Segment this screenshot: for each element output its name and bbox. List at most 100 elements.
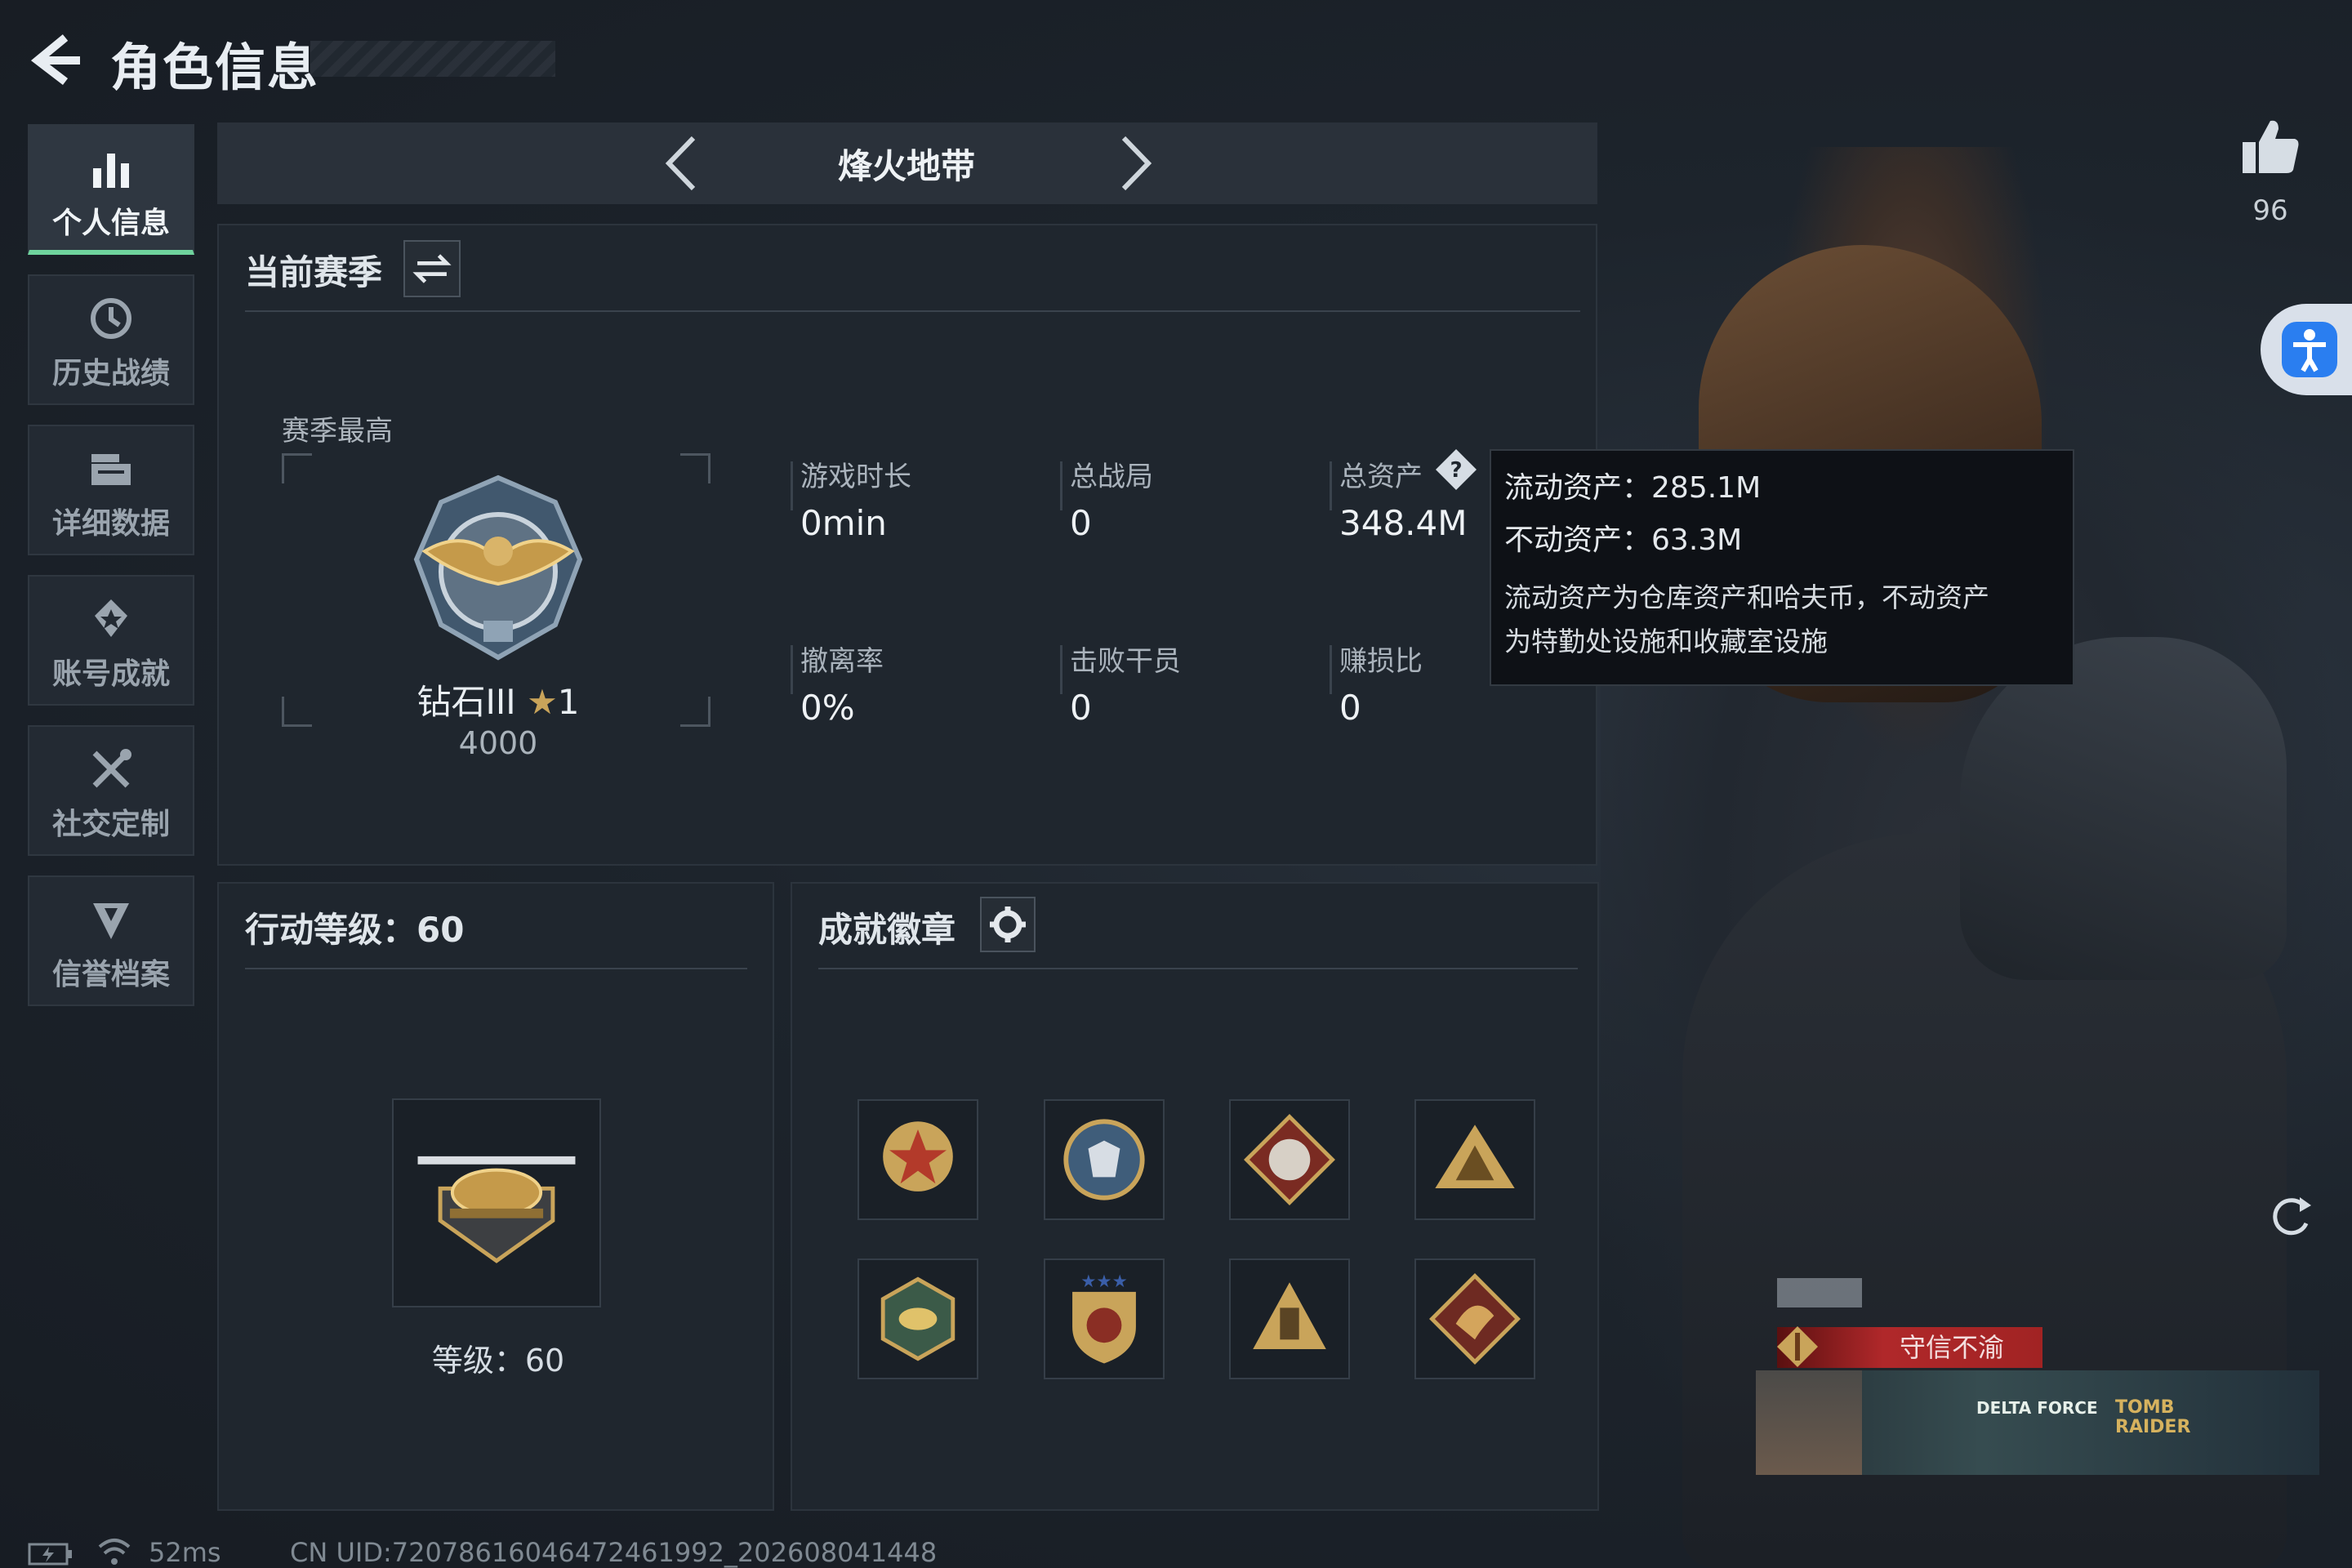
sidebar-item-personal-info[interactable]: 个人信息 <box>28 124 194 255</box>
shield-star-medal-icon: ★★★ <box>1072 1272 1136 1364</box>
stat-label: 赚损比 <box>1339 645 1423 678</box>
tower-medal-icon <box>1253 1282 1326 1349</box>
history-clock-icon <box>91 298 131 339</box>
rank-star-icon: ★ <box>527 682 558 722</box>
sidebar-item-achievements[interactable]: 账号成就 <box>28 575 194 706</box>
svg-text:★★★: ★★★ <box>1080 1272 1128 1292</box>
logo-line-2: RAIDER <box>2115 1417 2191 1437</box>
mode-title: 烽火地带 <box>837 146 975 186</box>
swap-arrows-icon <box>412 254 452 283</box>
tomb-raider-logo: TOMB RAIDER <box>2115 1398 2190 1437</box>
achievement-star-icon <box>95 599 127 637</box>
stat-value: 0min <box>800 503 887 543</box>
stat-divider <box>1330 461 1332 510</box>
achievement-title: 成就徽章 <box>818 910 956 950</box>
sidebar-item-history[interactable]: 历史战绩 <box>28 274 194 405</box>
rank-name-text: 钻石III <box>416 682 516 722</box>
season-best-label: 赛季最高 <box>282 415 393 448</box>
tools-icon <box>92 749 131 788</box>
chevron-right-icon[interactable] <box>1111 135 1160 192</box>
achievement-medal[interactable] <box>858 1258 978 1379</box>
sidebar-item-label: 社交定制 <box>51 808 170 841</box>
player-name-redacted <box>1777 1278 1862 1307</box>
thumbs-up-icon[interactable] <box>2238 114 2303 180</box>
chevron-left-icon[interactable] <box>657 135 706 192</box>
battery-charging-icon <box>28 1543 72 1566</box>
tooltip-label: 不动资产： <box>1504 523 1652 557</box>
rank-score: 4000 <box>458 725 538 761</box>
rotate-icon[interactable] <box>2262 1187 2319 1245</box>
tooltip-label: 流动资产： <box>1504 471 1652 505</box>
achievement-medal[interactable] <box>1229 1258 1350 1379</box>
stat-divider <box>1060 461 1062 510</box>
gear-icon <box>990 906 1026 942</box>
stat-divider <box>1330 645 1332 694</box>
tooltip-value: 63.3M <box>1651 523 1743 557</box>
divider <box>245 968 747 969</box>
achievement-medal[interactable] <box>1044 1099 1165 1220</box>
help-question-icon[interactable]: ? <box>1434 448 1478 492</box>
sidebar-item-label: 账号成就 <box>51 657 170 691</box>
helicopter-emblem-icon <box>417 1156 576 1263</box>
level-badge[interactable] <box>392 1098 601 1307</box>
achievement-medal[interactable] <box>858 1099 978 1220</box>
level-label: 等级：60 <box>431 1343 565 1379</box>
achievement-medal[interactable]: ★★★ <box>1044 1258 1165 1379</box>
wifi-icon <box>98 1539 131 1565</box>
achievement-medal[interactable] <box>1229 1099 1350 1220</box>
accessibility-button[interactable] <box>2261 304 2352 395</box>
logo-line-1: TOMB <box>2115 1397 2175 1418</box>
svg-text:?: ? <box>1450 458 1462 483</box>
sidebar-item-label: 详细数据 <box>51 507 170 541</box>
accessibility-icon <box>2282 322 2337 377</box>
back-arrow-icon[interactable] <box>26 31 83 88</box>
pyramid-medal-icon <box>1435 1125 1515 1189</box>
season-switch-button[interactable] <box>403 240 461 297</box>
page-title: 角色信息 <box>110 38 320 97</box>
dragon-diamond-medal-icon <box>1429 1273 1521 1365</box>
achievement-medal[interactable] <box>1414 1099 1535 1220</box>
scale-emblem-icon <box>1777 1326 1818 1367</box>
stat-label: 击败干员 <box>1070 645 1181 678</box>
like-count: 96 <box>2252 194 2288 227</box>
rank-stars: 1 <box>557 682 580 722</box>
stat-divider <box>791 461 793 510</box>
tooltip-fixed-assets: 不动资产：63.3M <box>1504 516 1742 559</box>
title-badge-text: 守信不渝 <box>1899 1332 2004 1363</box>
sidebar-item-reputation[interactable]: 信誉档案 <box>28 875 194 1006</box>
delta-force-logo: DELTA FORCE <box>1976 1398 2098 1418</box>
stat-label: 总战局 <box>1070 461 1153 493</box>
tooltip-liquid-assets: 流动资产：285.1M <box>1504 464 1761 506</box>
player-uid: CN UID:72078616046472461992_202608041448 <box>290 1537 938 1568</box>
wolf-round-medal-icon <box>1063 1119 1145 1200</box>
divider <box>245 310 1580 312</box>
avatar[interactable] <box>1756 1370 1862 1475</box>
sidebar-item-label: 历史战绩 <box>51 357 170 390</box>
network-ping: 52ms <box>149 1537 221 1568</box>
stat-divider <box>791 645 793 694</box>
stat-value: 0 <box>1070 503 1092 543</box>
sidebar-item-detailed-data[interactable]: 详细数据 <box>28 425 194 555</box>
bar-chart-icon <box>93 154 129 188</box>
stat-label: 撤离率 <box>800 645 884 678</box>
divider <box>818 968 1578 969</box>
sidebar-item-label: 个人信息 <box>51 207 170 240</box>
folder-data-icon <box>91 454 131 485</box>
character-shoulder <box>1960 637 2287 980</box>
action-level-title: 行动等级：60 <box>245 910 465 950</box>
stat-value: 0 <box>1070 688 1092 728</box>
season-title: 当前赛季 <box>245 252 383 292</box>
star-medal-icon <box>883 1121 953 1192</box>
title-decoration <box>310 41 555 77</box>
beast-diamond-medal-icon <box>1244 1114 1335 1205</box>
achievement-medal[interactable] <box>1414 1258 1535 1379</box>
sidebar-item-social[interactable]: 社交定制 <box>28 725 194 856</box>
tooltip-description-2: 为特勤处设施和收藏室设施 <box>1504 626 1828 657</box>
stat-value: 0% <box>800 688 855 728</box>
tooltip-description-1: 流动资产为仓库资产和哈夫币，不动资产 <box>1504 581 1989 613</box>
stat-value: 348.4M <box>1339 503 1468 543</box>
achievement-settings-button[interactable] <box>980 897 1036 952</box>
stat-label: 游戏时长 <box>800 461 911 493</box>
stat-value: 0 <box>1339 688 1361 728</box>
stat-divider <box>1060 645 1062 694</box>
